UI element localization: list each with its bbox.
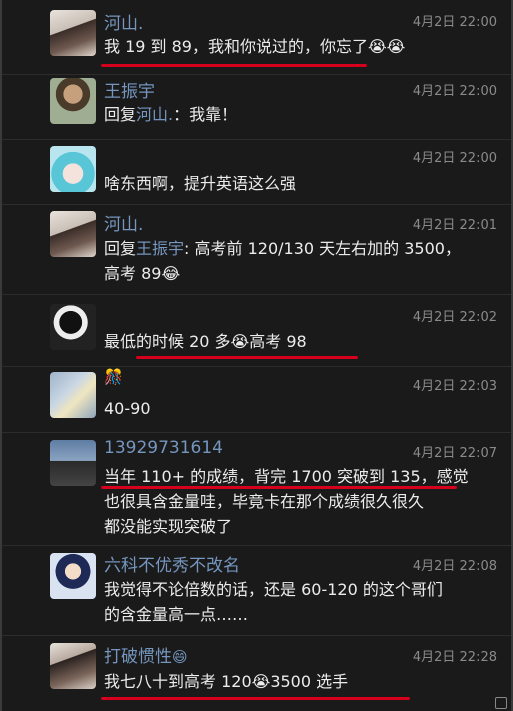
red-underline <box>101 64 367 67</box>
smile-icon: 😄 <box>172 648 188 666</box>
comment-text: 最低的时候 20 多😭高考 98 <box>104 332 307 351</box>
comment-text: 啥东西啊，提升英语这么强 <box>104 174 297 193</box>
username[interactable]: 13929731614 <box>104 438 223 458</box>
comment-item[interactable]: 4月2日 22:00 啥东西啊，提升英语这么强 <box>2 139 511 205</box>
comment-line: 当年 110+ 的成绩，背完 1700 突破到 135，感觉 <box>104 467 469 486</box>
username-text[interactable]: 打破惯性 <box>104 647 172 667</box>
avatar[interactable] <box>50 146 96 192</box>
reply-prefix: 回复 <box>104 239 137 258</box>
badge-icon: 🎊 <box>104 368 123 386</box>
avatar[interactable] <box>50 78 96 124</box>
username[interactable]: 王振宇 <box>104 77 155 102</box>
reply-to-link[interactable]: 王振宇 <box>136 239 184 258</box>
comment-line: 的含金量高一点…… <box>104 605 249 624</box>
avatar[interactable] <box>50 211 96 257</box>
reply-to-link[interactable]: 河山. <box>136 105 173 124</box>
username[interactable]: 河山. <box>104 210 143 235</box>
comment-line: 也很具含金量哇，毕竟卡在那个成绩很久很久 <box>104 492 425 511</box>
red-underline <box>136 356 358 359</box>
timestamp: 4月2日 22:28 <box>412 650 497 665</box>
comment-line: 都没能实现突破了 <box>104 517 233 536</box>
comment-item[interactable]: 六科不优秀不改名 4月2日 22:08 我觉得不论倍数的话，还是 60-120 … <box>2 545 511 636</box>
timestamp: 4月2日 22:03 <box>412 379 497 394</box>
reply-prefix: 回复 <box>104 105 137 124</box>
avatar[interactable] <box>50 372 96 418</box>
timestamp: 4月2日 22:08 <box>412 559 497 574</box>
timestamp: 4月2日 22:02 <box>412 310 497 325</box>
username[interactable]: 河山. <box>104 9 143 34</box>
username[interactable]: 打破惯性😄 <box>104 642 188 667</box>
comment-item[interactable]: 河山. 4月2日 22:01 回复王振宇: 高考前 120/130 天左右加的 … <box>2 204 511 295</box>
avatar[interactable] <box>50 440 96 486</box>
reply-text: : 高考前 120/130 天左右加的 3500， <box>184 239 461 258</box>
timestamp: 4月2日 22:00 <box>412 15 497 30</box>
comment-item[interactable]: 4月2日 22:02 最低的时候 20 多😭高考 98 <box>2 294 511 367</box>
red-underline <box>101 486 457 489</box>
comment-text: 我 19 到 89，我和你说过的，你忘了😭😭 <box>104 37 406 56</box>
timestamp: 4月2日 22:01 <box>412 218 497 233</box>
timestamp: 4月2日 22:00 <box>412 151 497 166</box>
avatar[interactable] <box>50 304 96 350</box>
scroll-icon[interactable] <box>495 697 507 709</box>
comment-text: 我觉得不论倍数的话，还是 60-120 的这个哥们 的含金量高一点…… <box>104 577 497 627</box>
comment-item[interactable]: 🎊 4月2日 22:03 40-90 <box>2 366 511 433</box>
red-underline <box>101 697 410 700</box>
reply-text: ：我靠！ <box>173 105 238 124</box>
avatar[interactable] <box>50 10 96 56</box>
comment-text: 回复王振宇: 高考前 120/130 天左右加的 3500， 高考 89😂 <box>104 236 497 286</box>
timestamp: 4月2日 22:07 <box>412 446 497 461</box>
avatar[interactable] <box>50 553 96 599</box>
timestamp: 4月2日 22:00 <box>412 84 497 99</box>
avatar[interactable] <box>50 643 96 689</box>
comment-line: 我觉得不论倍数的话，还是 60-120 的这个哥们 <box>104 580 443 599</box>
comment-item[interactable]: 王振宇 4月2日 22:00 回复河山.：我靠！ <box>2 74 511 140</box>
comment-list: 河山. 4月2日 22:00 我 19 到 89，我和你说过的，你忘了😭😭 王振… <box>0 0 513 711</box>
comment-item[interactable]: 打破惯性😄 4月2日 22:28 我七八十到高考 120😭3500 选手 <box>2 635 511 711</box>
comment-text: 回复河山.：我靠！ <box>104 102 497 127</box>
comment-item[interactable]: 13929731614 4月2日 22:07 当年 110+ 的成绩，背完 17… <box>2 432 511 546</box>
comment-text: 40-90 <box>104 399 151 418</box>
comment-text: 我七八十到高考 120😭3500 选手 <box>104 672 349 691</box>
comment-item[interactable]: 河山. 4月2日 22:00 我 19 到 89，我和你说过的，你忘了😭😭 <box>2 0 511 75</box>
reply-text-line2: 高考 89😂 <box>104 264 181 283</box>
comment-text: 当年 110+ 的成绩，背完 1700 突破到 135，感觉 也很具含金量哇，毕… <box>104 464 497 539</box>
username[interactable]: 六科不优秀不改名 <box>104 551 240 576</box>
